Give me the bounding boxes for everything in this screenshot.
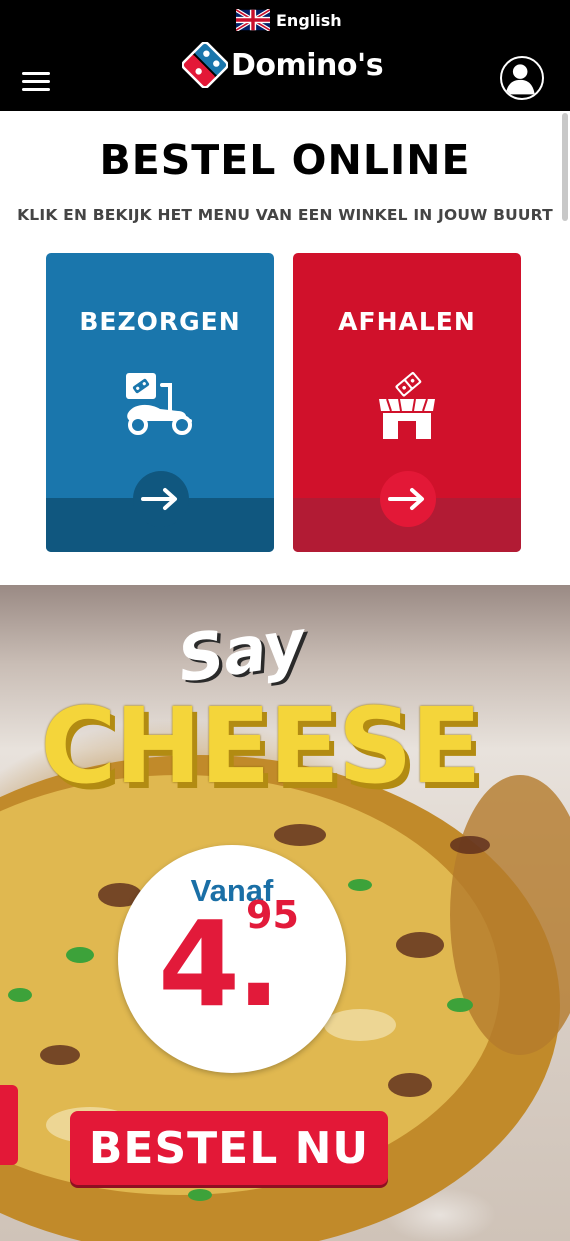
promo-side-tag — [0, 1085, 18, 1165]
delivery-option-label: BEZORGEN — [79, 307, 241, 336]
uk-flag-icon — [236, 9, 270, 31]
page-subtitle: KLIK EN BEKIJK HET MENU VAN EEN WINKEL I… — [17, 206, 553, 224]
brand-logo[interactable]: Domino's — [182, 42, 384, 88]
brand-name: Domino's — [231, 47, 384, 83]
language-switcher[interactable]: English — [236, 8, 342, 32]
pickup-option-label: AFHALEN — [338, 307, 476, 336]
price-cents: 95 — [246, 893, 299, 937]
delivery-option-card[interactable]: BEZORGEN — [46, 253, 274, 552]
price-badge: Vanaf 4. 95 — [118, 845, 346, 1073]
delivery-scooter-icon — [126, 373, 192, 435]
top-header: English Domino's — [0, 0, 570, 111]
promo-banner[interactable]: Say CHEESE Vanaf 4. 95 BESTEL NU — [0, 585, 570, 1241]
pickup-option-card[interactable]: AFHALEN — [293, 253, 521, 552]
dominos-logo-icon — [182, 42, 228, 88]
arrow-right-icon[interactable] — [133, 471, 189, 527]
promo-headline-large: CHEESE — [40, 685, 481, 807]
language-label: English — [276, 10, 342, 30]
arrow-right-icon[interactable] — [380, 471, 436, 527]
store-pickup-icon — [379, 371, 435, 439]
order-now-button[interactable]: BESTEL NU — [70, 1111, 388, 1185]
hamburger-menu-icon[interactable] — [22, 72, 50, 94]
page-title: BESTEL ONLINE — [99, 136, 471, 184]
user-account-icon[interactable] — [500, 56, 544, 100]
